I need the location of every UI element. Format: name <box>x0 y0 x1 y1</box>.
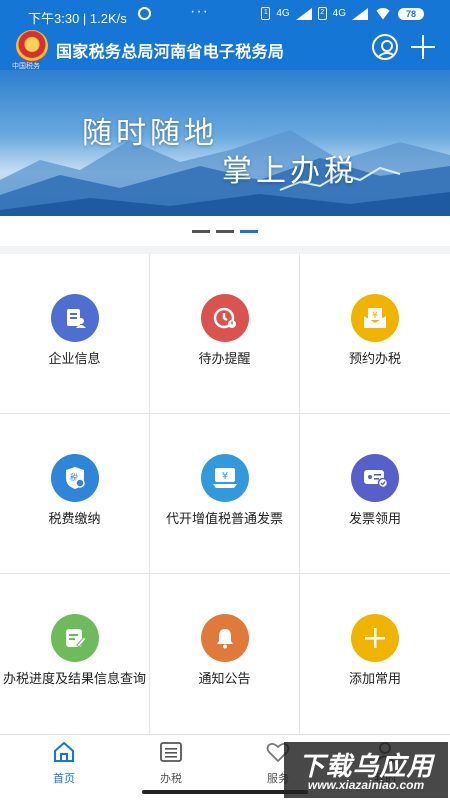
bell-icon <box>200 614 249 662</box>
envelope-yen-icon: ¥ <box>351 294 399 342</box>
sim1-icon: 1 <box>261 7 271 20</box>
edit-note-icon <box>50 614 99 662</box>
home-indicator[interactable] <box>142 790 308 794</box>
service-appointment[interactable]: ¥ 预约办税 <box>300 254 450 413</box>
battery-icon: 78 <box>398 7 424 20</box>
carousel-indicators <box>0 216 450 246</box>
document-user-icon <box>50 294 99 342</box>
service-label: 办税进度及结果信息查询 <box>2 671 146 686</box>
nav-label: 首页 <box>53 773 75 785</box>
page-title: 国家税务总局河南省电子税务局 <box>56 44 285 61</box>
tax-emblem-icon <box>16 30 48 62</box>
service-add-favorite[interactable]: 添加常用 <box>300 574 450 734</box>
clock-alert-icon <box>200 294 249 342</box>
banner-carousel[interactable]: 随时随地 掌上办税 <box>0 70 450 216</box>
service-notice[interactable]: 通知公告 <box>150 574 299 734</box>
service-label: 税费缴纳 <box>48 511 101 526</box>
service-label: 待办提醒 <box>198 351 251 366</box>
service-label: 预约办税 <box>348 351 401 366</box>
user-icon[interactable] <box>372 34 398 60</box>
wifi-icon <box>374 7 392 20</box>
service-label: 代开增值税普通发票 <box>165 511 283 526</box>
net2-label: 4G <box>332 8 346 19</box>
status-more: ··· <box>190 3 209 20</box>
service-label: 发票领用 <box>348 511 401 526</box>
svg-text:¥: ¥ <box>372 311 378 321</box>
service-todo-reminder[interactable]: 待办提醒 <box>150 254 299 413</box>
nav-home[interactable]: 首页 <box>34 741 94 786</box>
home-icon <box>54 741 74 762</box>
service-grid: 企业信息 待办提醒 ¥ 预约办税 税 税费缴纳 ¥ 代开增值税普通发票 发票领用 <box>0 254 450 734</box>
carousel-dot-active[interactable] <box>240 230 258 233</box>
net1-label: 4G <box>276 8 290 19</box>
tax-shield-icon: 税 <box>50 454 99 502</box>
service-enterprise-info[interactable]: 企业信息 <box>0 254 149 413</box>
sim2-icon: 2 <box>317 7 327 20</box>
plus-icon <box>351 614 399 662</box>
list-icon <box>160 742 182 762</box>
service-invoice-claim[interactable]: 发票领用 <box>300 414 450 573</box>
watermark-url: www.xiazainiao.com <box>307 778 425 792</box>
header: 下午3:30 | 1.2K/s ··· 1 4G 2 4G 78 中国税务 国家… <box>0 0 450 70</box>
title-bar: 中国税务 国家税务总局河南省电子税务局 <box>0 28 450 70</box>
nav-label: 办税 <box>160 773 182 785</box>
ticket-icon <box>351 454 399 502</box>
service-tax-payment[interactable]: 税 税费缴纳 <box>0 414 149 573</box>
status-bar: 下午3:30 | 1.2K/s ··· 1 4G 2 4G 78 <box>0 0 450 28</box>
signal-icon <box>295 7 312 20</box>
service-progress-query[interactable]: 办税进度及结果信息查询 <box>0 574 149 734</box>
carousel-dot[interactable] <box>216 230 234 233</box>
service-label: 通知公告 <box>198 671 251 686</box>
computer-yen-icon: ¥ <box>200 454 249 502</box>
status-time: 下午3:30 | 1.2K/s <box>28 11 127 26</box>
service-label: 添加常用 <box>348 671 401 686</box>
watermark: 下载乌应用 www.xiazainiao.com <box>284 742 448 798</box>
banner-slogan-2: 掌上办税 <box>222 154 358 189</box>
service-vat-invoice[interactable]: ¥ 代开增值税普通发票 <box>150 414 299 573</box>
alarm-icon <box>138 7 151 20</box>
signal-icon <box>352 7 368 20</box>
svg-text:¥: ¥ <box>221 471 227 482</box>
status-indicators: 1 4G 2 4G 78 <box>261 7 424 20</box>
banner-mountains <box>0 130 450 216</box>
nav-tax[interactable]: 办税 <box>141 741 201 786</box>
banner-slogan-1: 随时随地 <box>82 116 218 151</box>
plus-icon[interactable] <box>410 34 436 60</box>
carousel-dot[interactable] <box>192 230 210 233</box>
service-label: 企业信息 <box>48 351 101 366</box>
